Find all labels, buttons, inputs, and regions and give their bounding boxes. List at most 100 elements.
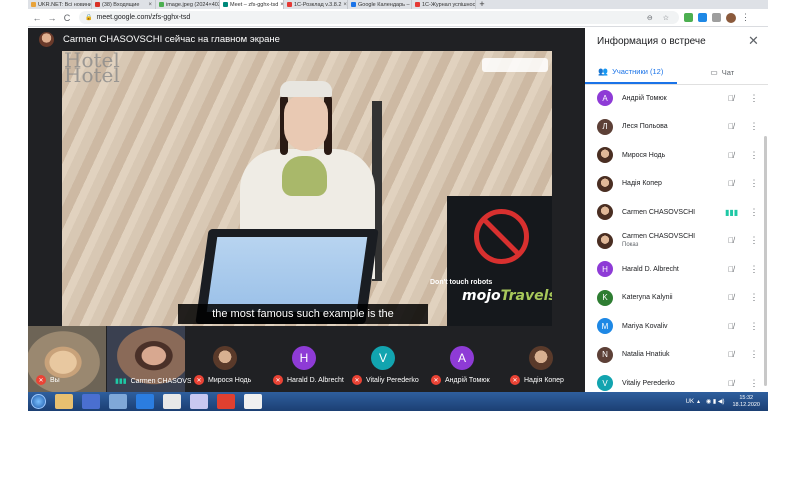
more-options-icon[interactable]: ⋮ <box>749 150 759 161</box>
more-options-icon[interactable]: ⋮ <box>749 321 759 332</box>
url-field[interactable]: 🔒 meet.google.com/zfs-gghx-tsd ⊖ ☆ <box>79 11 679 24</box>
more-options-icon[interactable]: ⋮ <box>749 349 759 360</box>
participant-row[interactable]: Carmen CHASOVSCHI ▮▮▮ ⋮ <box>585 198 768 226</box>
url-text: meet.google.com/zfs-gghx-tsd <box>96 14 191 21</box>
tab-chat[interactable]: ▭ Чат <box>677 61 769 84</box>
participant-tile[interactable]: ✕ Вы <box>28 326 106 392</box>
participant-row[interactable]: A Андрій Томюк 🎙̸ ⋮ <box>585 84 768 112</box>
tablet-screen <box>206 237 368 312</box>
close-icon[interactable]: × <box>341 2 347 8</box>
more-options-icon[interactable]: ⋮ <box>749 292 759 303</box>
participant-row[interactable]: M Mariya Kovaliv 🎙̸ ⋮ <box>585 312 768 340</box>
participant-status: Показ <box>622 241 639 248</box>
clock[interactable]: 15:32 18.12.2020 <box>732 395 760 409</box>
participant-name: Леся Польова <box>622 123 668 130</box>
participant-row[interactable]: H Harald D. Albrecht 🎙̸ ⋮ <box>585 255 768 283</box>
mic-off-icon[interactable]: 🎙̸ <box>725 236 737 245</box>
extension-icon[interactable] <box>698 13 707 22</box>
close-icon[interactable]: ✕ <box>748 33 759 49</box>
browser-window: UKR.NET: Всі новини Укр×(38) Входящие×im… <box>28 0 768 411</box>
participant-row[interactable]: Carmen CHASOVSCHI Показ 🎙̸ ⋮ <box>585 227 768 255</box>
taskbar-app-icon[interactable] <box>190 394 208 409</box>
mic-off-icon[interactable]: 🎙̸ <box>725 179 737 188</box>
participant-tile[interactable]: ✕ Надія Копер <box>502 326 580 392</box>
participant-filmstrip: ✕Вы▮▮▮Carmen CHASOVSCHI✕Мирося НодьH✕Har… <box>28 326 585 392</box>
back-button[interactable]: ← <box>31 13 43 23</box>
avatar <box>597 147 613 163</box>
participant-tile[interactable]: ▮▮▮Carmen CHASOVSCHI <box>107 326 191 392</box>
mic-off-icon: ✕ <box>194 375 204 385</box>
reload-button[interactable]: C <box>61 13 73 23</box>
favicon-icon <box>415 2 420 7</box>
speaking-icon: ▮▮▮ <box>725 207 739 217</box>
more-options-icon[interactable]: ⋮ <box>749 264 759 275</box>
mic-off-icon[interactable]: 🎙̸ <box>725 122 737 131</box>
mic-off-icon: ✕ <box>36 375 46 385</box>
browser-menu-button[interactable]: ⋮ <box>741 12 750 23</box>
url-actions-icons[interactable]: ⊖ ☆ <box>647 14 673 22</box>
taskbar-app-icon[interactable] <box>136 394 154 409</box>
windows-taskbar: UK ▴ ◉ ▮ ◀) 15:32 18.12.2020 <box>28 392 768 411</box>
mic-off-icon[interactable]: 🎙̸ <box>725 350 737 359</box>
participant-row[interactable]: K Kateryna Kalynii 🎙̸ ⋮ <box>585 284 768 312</box>
panel-scrollbar[interactable] <box>764 136 767 386</box>
more-options-icon[interactable]: ⋮ <box>749 121 759 132</box>
address-bar: ← → C 🔒 meet.google.com/zfs-gghx-tsd ⊖ ☆… <box>28 9 768 27</box>
browser-tab[interactable]: UKR.NET: Всі новини Укр× <box>28 0 92 9</box>
tile-label: ✕ Harald D. Albrecht <box>273 375 344 385</box>
browser-tab[interactable]: image.jpeg (2024×4032)× <box>156 0 220 9</box>
more-options-icon[interactable]: ⋮ <box>749 93 759 104</box>
browser-tab[interactable]: Google Календарь – спи× <box>348 0 412 9</box>
close-icon[interactable]: × <box>146 2 152 8</box>
mic-off-icon[interactable]: 🎙̸ <box>725 379 737 388</box>
participant-tile[interactable]: ✕ Мирося Нодь <box>186 326 264 392</box>
participant-tile[interactable]: A ✕ Андрій Томюк <box>423 326 501 392</box>
participant-row[interactable]: Надія Копер 🎙̸ ⋮ <box>585 170 768 198</box>
robot-scarf <box>282 156 327 196</box>
more-options-icon[interactable]: ⋮ <box>749 178 759 189</box>
mic-off-icon[interactable]: 🎙̸ <box>725 265 737 274</box>
taskbar-app-icon[interactable] <box>109 394 127 409</box>
extension-icon[interactable] <box>684 13 693 22</box>
browser-tab[interactable]: (38) Входящие × <box>92 0 156 9</box>
forward-button[interactable]: → <box>46 13 58 23</box>
tab-participants[interactable]: 👥 Участники (12) <box>585 61 677 84</box>
favicon-icon <box>287 2 292 7</box>
participant-tile[interactable]: V ✕ Vitaliy Perederko <box>344 326 422 392</box>
more-options-icon[interactable]: ⋮ <box>749 207 759 218</box>
avatar: N <box>597 346 613 363</box>
close-icon[interactable]: × <box>278 2 283 8</box>
language-indicator[interactable]: UK <box>686 399 694 405</box>
mic-off-icon[interactable]: 🎙̸ <box>725 293 737 302</box>
mic-off-icon: ✕ <box>431 375 441 385</box>
participant-name: Mariya Kovaliv <box>622 322 668 330</box>
more-options-icon[interactable]: ⋮ <box>749 378 759 389</box>
mic-off-icon[interactable]: 🎙̸ <box>725 322 737 331</box>
extension-icon[interactable] <box>712 13 721 22</box>
brand-logo-a: mojo <box>462 288 501 304</box>
browser-tab[interactable]: Meet – zfs-gghx-tsd × <box>220 0 284 9</box>
mic-off-icon[interactable]: 🎙̸ <box>725 94 737 103</box>
mic-off-icon[interactable]: 🎙̸ <box>725 151 737 160</box>
new-tab-button[interactable]: + <box>476 0 488 9</box>
tray-expand-icon[interactable]: ▴ <box>697 398 700 405</box>
taskbar-app-icon[interactable] <box>55 394 73 409</box>
start-button[interactable] <box>31 394 46 409</box>
participant-row[interactable]: Мирося Нодь 🎙̸ ⋮ <box>585 141 768 169</box>
video-overlay-controls[interactable] <box>482 58 548 72</box>
taskbar-app-icon[interactable] <box>217 394 235 409</box>
participant-tile[interactable]: H ✕ Harald D. Albrecht <box>265 326 344 392</box>
browser-tab[interactable]: 1С-Розклад v.3.8.2 × <box>284 0 348 9</box>
participant-row[interactable]: V Vitaliy Perederko 🎙̸ ⋮ <box>585 369 768 392</box>
taskbar-app-icon[interactable] <box>82 394 100 409</box>
more-options-icon[interactable]: ⋮ <box>749 235 759 246</box>
browser-tab[interactable]: 1С-Журнал успішності× <box>412 0 476 9</box>
tile-label: ✕ Vitaliy Perederko <box>352 375 419 385</box>
taskbar-app-icon[interactable] <box>244 394 262 409</box>
taskbar-app-icon[interactable] <box>163 394 181 409</box>
participant-name: Андрій Томюк <box>622 94 667 102</box>
profile-avatar[interactable] <box>726 12 736 23</box>
participant-row[interactable]: N Natalia Hnatiuk 🎙̸ ⋮ <box>585 341 768 369</box>
participant-row[interactable]: Л Леся Польова 🎙̸ ⋮ <box>585 113 768 141</box>
tray-icons[interactable]: ◉ ▮ ◀) <box>706 398 724 405</box>
